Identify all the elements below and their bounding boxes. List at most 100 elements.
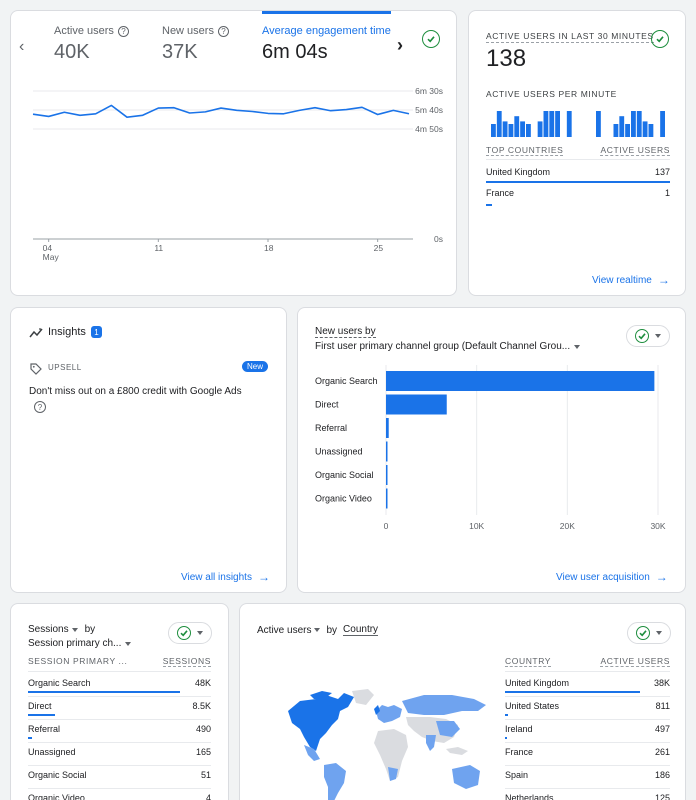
metric-label: Active users: [54, 25, 114, 37]
category-bar: [386, 394, 447, 415]
row-value: 38K: [653, 678, 670, 688]
table-row[interactable]: Spain 186: [505, 770, 670, 788]
acquisition-card: New users by First user primary channel …: [297, 307, 686, 593]
col-sessions: SESSIONS: [162, 656, 211, 667]
table-row[interactable]: Referral 490: [28, 724, 211, 742]
table-row[interactable]: Unassigned 165: [28, 747, 211, 765]
dimension-selector[interactable]: First user primary channel group (Defaul…: [315, 341, 581, 352]
view-realtime-link[interactable]: View realtime →: [592, 273, 670, 287]
minute-bar: [491, 124, 496, 137]
category-bar: [386, 418, 389, 438]
world-map[interactable]: [274, 689, 494, 800]
value-bar: [505, 714, 509, 716]
category-label: Direct: [315, 400, 339, 410]
category-label: Organic Social: [315, 470, 374, 480]
arrow-right-icon: →: [655, 570, 668, 584]
value-bar: [486, 204, 492, 206]
table-row[interactable]: Organic Video 4: [28, 793, 211, 800]
row-value: 165: [195, 747, 211, 757]
link-label: View realtime: [592, 274, 652, 286]
series-line: [32, 104, 410, 118]
minute-bar: [537, 121, 543, 137]
chevron-left-icon[interactable]: ‹: [19, 38, 24, 56]
row-value: 497: [654, 724, 670, 734]
help-icon[interactable]: ?: [217, 25, 229, 37]
arrow-right-icon: →: [657, 273, 670, 287]
metric-new-users[interactable]: New users ? 37K: [162, 25, 229, 64]
minute-bar: [566, 111, 572, 137]
per-minute-label: ACTIVE USERS PER MINUTE: [486, 89, 617, 99]
row-value: 261: [654, 747, 670, 757]
view-all-insights-link[interactable]: View all insights →: [181, 570, 270, 584]
row-value: 8.5K: [192, 701, 211, 711]
col-country: COUNTRY: [505, 656, 552, 667]
realtime-card: ACTIVE USERS IN LAST 30 MINUTES 138 ACTI…: [468, 10, 686, 296]
compare-dropdown[interactable]: [627, 622, 671, 644]
value-bar: [505, 691, 641, 693]
table-row[interactable]: United Kingdom 38K: [505, 678, 670, 696]
category-label: Unassigned: [315, 447, 363, 457]
metric-active-users[interactable]: Active users ? 40K: [54, 25, 129, 64]
data-quality-check-icon[interactable]: [422, 30, 440, 48]
row-value: 490: [195, 724, 211, 734]
y-tick-label: 4m 50s: [415, 124, 443, 134]
metric-selector[interactable]: Sessions by: [28, 624, 95, 635]
minute-bar: [613, 124, 619, 137]
dimension-label: Session primary ch...: [28, 638, 122, 649]
metric-label: Sessions: [28, 624, 69, 635]
minute-bar: [508, 124, 514, 137]
minute-bar: [502, 121, 508, 137]
table-row[interactable]: Organic Search 48K: [28, 678, 211, 696]
map-australia: [452, 765, 480, 789]
table-row[interactable]: Ireland 497: [505, 724, 670, 742]
table-row[interactable]: France 261: [505, 747, 670, 765]
row-value: 186: [654, 770, 670, 780]
table-row[interactable]: United States 811: [505, 701, 670, 719]
metric-avg-engagement[interactable]: Average engagement time 6m 04s: [262, 11, 391, 71]
help-icon[interactable]: ?: [117, 25, 129, 37]
table-row[interactable]: Organic Social 51: [28, 770, 211, 788]
category-bar: [386, 465, 388, 485]
minute-bar: [660, 111, 665, 137]
category-bar: [386, 441, 388, 462]
value-bar: [28, 737, 32, 739]
map-greenland: [352, 689, 374, 705]
overview-card: ‹ Active users ? 40K New users ? 37K Ave…: [10, 10, 457, 296]
minute-bar: [555, 111, 560, 137]
compare-dropdown[interactable]: [626, 325, 670, 347]
table-row[interactable]: France 1: [486, 188, 670, 206]
chevron-down-icon: [655, 334, 661, 338]
engagement-line-chart: 6m 30s5m 40s4m 50s0s04 11 18 25May: [32, 86, 443, 262]
minute-bar: [549, 111, 555, 137]
value-bar: [505, 737, 507, 739]
x-tick-label: 0: [384, 521, 389, 531]
view-user-acquisition-link[interactable]: View user acquisition →: [556, 570, 668, 584]
acquisition-title-line1[interactable]: New users by: [315, 326, 376, 338]
category-bar: [386, 488, 388, 509]
insight-message[interactable]: Don't miss out on a £800 credit with Goo…: [29, 386, 269, 397]
row-label: Organic Video: [28, 793, 85, 800]
row-label: Referral: [28, 724, 61, 734]
compare-dropdown[interactable]: [168, 622, 212, 644]
table-row[interactable]: Direct 8.5K: [28, 701, 211, 719]
help-icon[interactable]: ?: [34, 401, 46, 413]
table-row[interactable]: United Kingdom 137: [486, 167, 670, 183]
map-indonesia: [446, 747, 468, 755]
upsell-tag: UPSELL: [48, 363, 82, 372]
new-badge: New: [242, 361, 269, 372]
minute-bar: [543, 111, 549, 137]
title-selector[interactable]: Active users by Country: [257, 624, 379, 636]
dimension-label: Country: [343, 624, 379, 636]
x-tick-label: 11: [154, 243, 163, 253]
table-row[interactable]: Netherlands 125: [505, 793, 670, 800]
chevron-right-icon[interactable]: ›: [397, 35, 403, 56]
col-active-users: ACTIVE USERS: [600, 656, 670, 667]
chevron-down-icon: [314, 628, 321, 632]
row-label: Unassigned: [28, 747, 76, 757]
y-tick-label: 6m 30s: [415, 86, 443, 96]
minute-bar: [642, 121, 648, 137]
x-tick-label: 25: [374, 243, 384, 253]
col-top-countries: TOP COUNTRIES: [486, 145, 564, 156]
dimension-selector[interactable]: Session primary ch...: [28, 638, 132, 649]
data-quality-check-icon[interactable]: [651, 30, 669, 48]
